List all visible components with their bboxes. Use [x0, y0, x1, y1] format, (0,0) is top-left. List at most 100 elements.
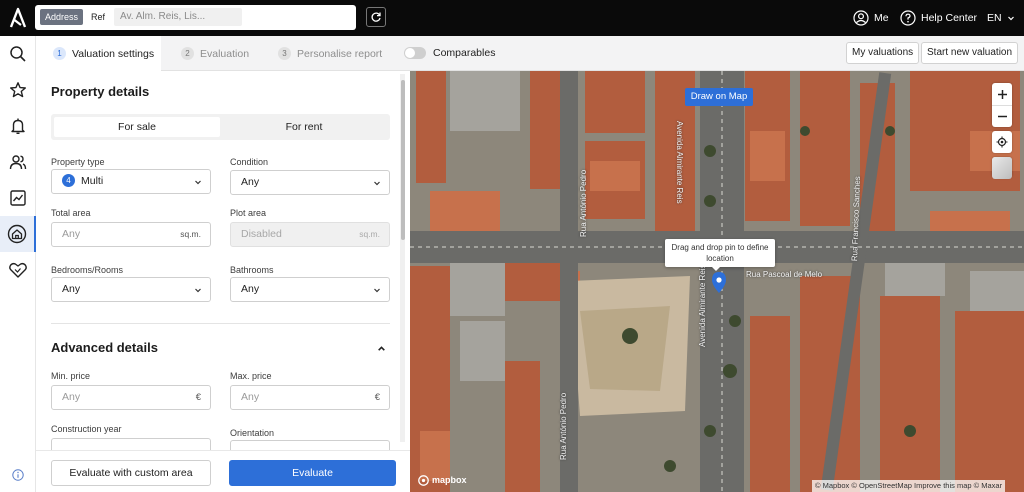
street-label: Rua António Pedro	[559, 392, 568, 460]
location-pin[interactable]	[708, 271, 730, 293]
bathrooms-value: Any	[241, 283, 260, 295]
map-style-toggle[interactable]	[992, 157, 1012, 179]
area-unit: sq.m.	[359, 229, 380, 239]
nav-contacts[interactable]	[0, 144, 36, 180]
tab-evaluation[interactable]: 2 Evaluation	[181, 36, 249, 71]
mapbox-logo: mapbox	[418, 474, 467, 486]
locate-control	[992, 131, 1012, 153]
orientation-label: Orientation	[230, 428, 275, 438]
pin-tooltip-line: Drag and drop pin to define	[671, 243, 769, 252]
pin-tooltip: Drag and drop pin to define location	[665, 239, 775, 267]
nav-favorites[interactable]	[0, 72, 36, 108]
map-attribution[interactable]: © Mapbox © OpenStreetMap Improve this ma…	[812, 480, 1006, 492]
start-new-valuation-button[interactable]: Start new valuation	[921, 42, 1019, 64]
section-divider	[51, 323, 390, 324]
evaluate-button[interactable]: Evaluate	[229, 460, 396, 486]
nav-valuation[interactable]	[0, 216, 36, 252]
tab-label: Personalise report	[297, 47, 383, 60]
draw-on-map-button[interactable]: Draw on Map	[685, 88, 753, 106]
search-icon	[10, 46, 26, 62]
selection-count-badge: 4	[62, 174, 75, 187]
ref-mode-tab[interactable]: Ref	[89, 9, 107, 25]
comparables-label: Comparables	[433, 47, 496, 59]
help-icon	[900, 10, 916, 26]
advanced-details-title: Advanced details	[51, 340, 158, 355]
chevron-up-icon[interactable]	[377, 344, 386, 353]
tab-personalise-report[interactable]: 3 Personalise report	[278, 36, 382, 71]
listing-type-switch: For sale For rent	[51, 114, 390, 140]
max-price-input[interactable]: Any €	[230, 385, 390, 410]
min-price-label: Min. price	[51, 371, 91, 381]
valuation-form: Property details For sale For rent Prope…	[36, 71, 410, 492]
valuation-tabs: 1 Valuation settings 2 Evaluation 3 Pers…	[36, 36, 1024, 71]
pin-tooltip-line: location	[706, 254, 734, 263]
account-label: Me	[874, 12, 889, 24]
tab-label: Evaluation	[200, 47, 250, 60]
bell-icon	[11, 118, 25, 134]
mapbox-logo-text: mapbox	[432, 475, 467, 485]
chevron-down-icon	[374, 288, 380, 293]
nav-search[interactable]	[0, 36, 36, 72]
locate-me-button[interactable]	[992, 131, 1012, 153]
help-center-link[interactable]: Help Center	[900, 0, 977, 36]
currency-unit: €	[374, 392, 380, 403]
zoom-out-button[interactable]	[992, 105, 1012, 127]
min-price-placeholder: Any	[62, 391, 81, 403]
my-valuations-button[interactable]: My valuations	[846, 42, 920, 64]
account-menu[interactable]: Me	[853, 0, 889, 36]
form-footer: Evaluate with custom area Evaluate	[36, 450, 410, 492]
street-label: Avenida Almirante Reis	[698, 264, 707, 347]
app-logo-icon[interactable]	[8, 7, 28, 29]
chevron-down-icon	[374, 181, 380, 186]
street-label: Rua António Pedro	[579, 169, 588, 237]
min-price-input[interactable]: Any €	[51, 385, 211, 410]
tab-valuation-settings[interactable]: 1 Valuation settings	[36, 36, 161, 71]
users-icon	[9, 155, 27, 170]
total-area-placeholder: Any	[62, 228, 81, 240]
info-icon[interactable]	[12, 469, 24, 481]
step-number: 1	[53, 47, 66, 60]
address-search-box[interactable]: Address Ref Av. Alm. Reis, Lis...	[35, 5, 356, 30]
bathrooms-select[interactable]: Any	[230, 277, 390, 302]
mapbox-logo-icon	[418, 474, 429, 486]
max-price-placeholder: Any	[241, 391, 260, 403]
help-center-label: Help Center	[921, 12, 978, 24]
chevron-down-icon	[195, 180, 201, 185]
area-unit: sq.m.	[180, 229, 201, 239]
max-price-label: Max. price	[230, 371, 272, 381]
address-mode-tab[interactable]: Address	[40, 9, 84, 25]
for-sale-option[interactable]: For sale	[54, 117, 220, 137]
zoom-in-button[interactable]	[992, 83, 1012, 105]
step-number: 3	[278, 47, 291, 60]
property-details-title: Property details	[51, 84, 150, 99]
plus-icon	[997, 89, 1007, 99]
bathrooms-label: Bathrooms	[230, 265, 274, 275]
language-selector[interactable]: EN	[987, 0, 1015, 36]
refresh-button[interactable]	[366, 7, 386, 27]
layers-thumbnail	[992, 157, 1012, 179]
street-label: Rua Pascoal de Melo	[746, 270, 823, 279]
handshake-icon	[9, 262, 27, 278]
property-type-value: Multi	[81, 175, 104, 187]
total-area-input[interactable]: Any sq.m.	[51, 222, 211, 247]
condition-select[interactable]: Any	[230, 170, 390, 195]
nav-analytics[interactable]	[0, 180, 36, 216]
for-rent-option[interactable]: For rent	[221, 117, 387, 137]
evaluate-custom-area-button[interactable]: Evaluate with custom area	[51, 460, 211, 486]
tab-label: Valuation settings	[72, 47, 155, 60]
plot-area-label: Plot area	[230, 208, 267, 218]
language-label: EN	[987, 12, 1002, 24]
comparables-toggle[interactable]	[404, 47, 426, 59]
nav-deals[interactable]	[0, 252, 36, 288]
construction-year-label: Construction year	[51, 424, 122, 434]
property-type-select[interactable]: 4 Multi	[51, 169, 211, 194]
condition-label: Condition	[230, 157, 269, 167]
bedrooms-select[interactable]: Any	[51, 277, 211, 302]
address-input[interactable]: Av. Alm. Reis, Lis...	[114, 8, 242, 26]
target-icon	[996, 136, 1008, 148]
zoom-control	[992, 83, 1012, 127]
nav-notifications[interactable]	[0, 108, 36, 144]
step-number: 2	[181, 47, 194, 60]
form-scrollbar-thumb[interactable]	[401, 80, 405, 240]
plot-area-value: Disabled	[241, 228, 282, 240]
